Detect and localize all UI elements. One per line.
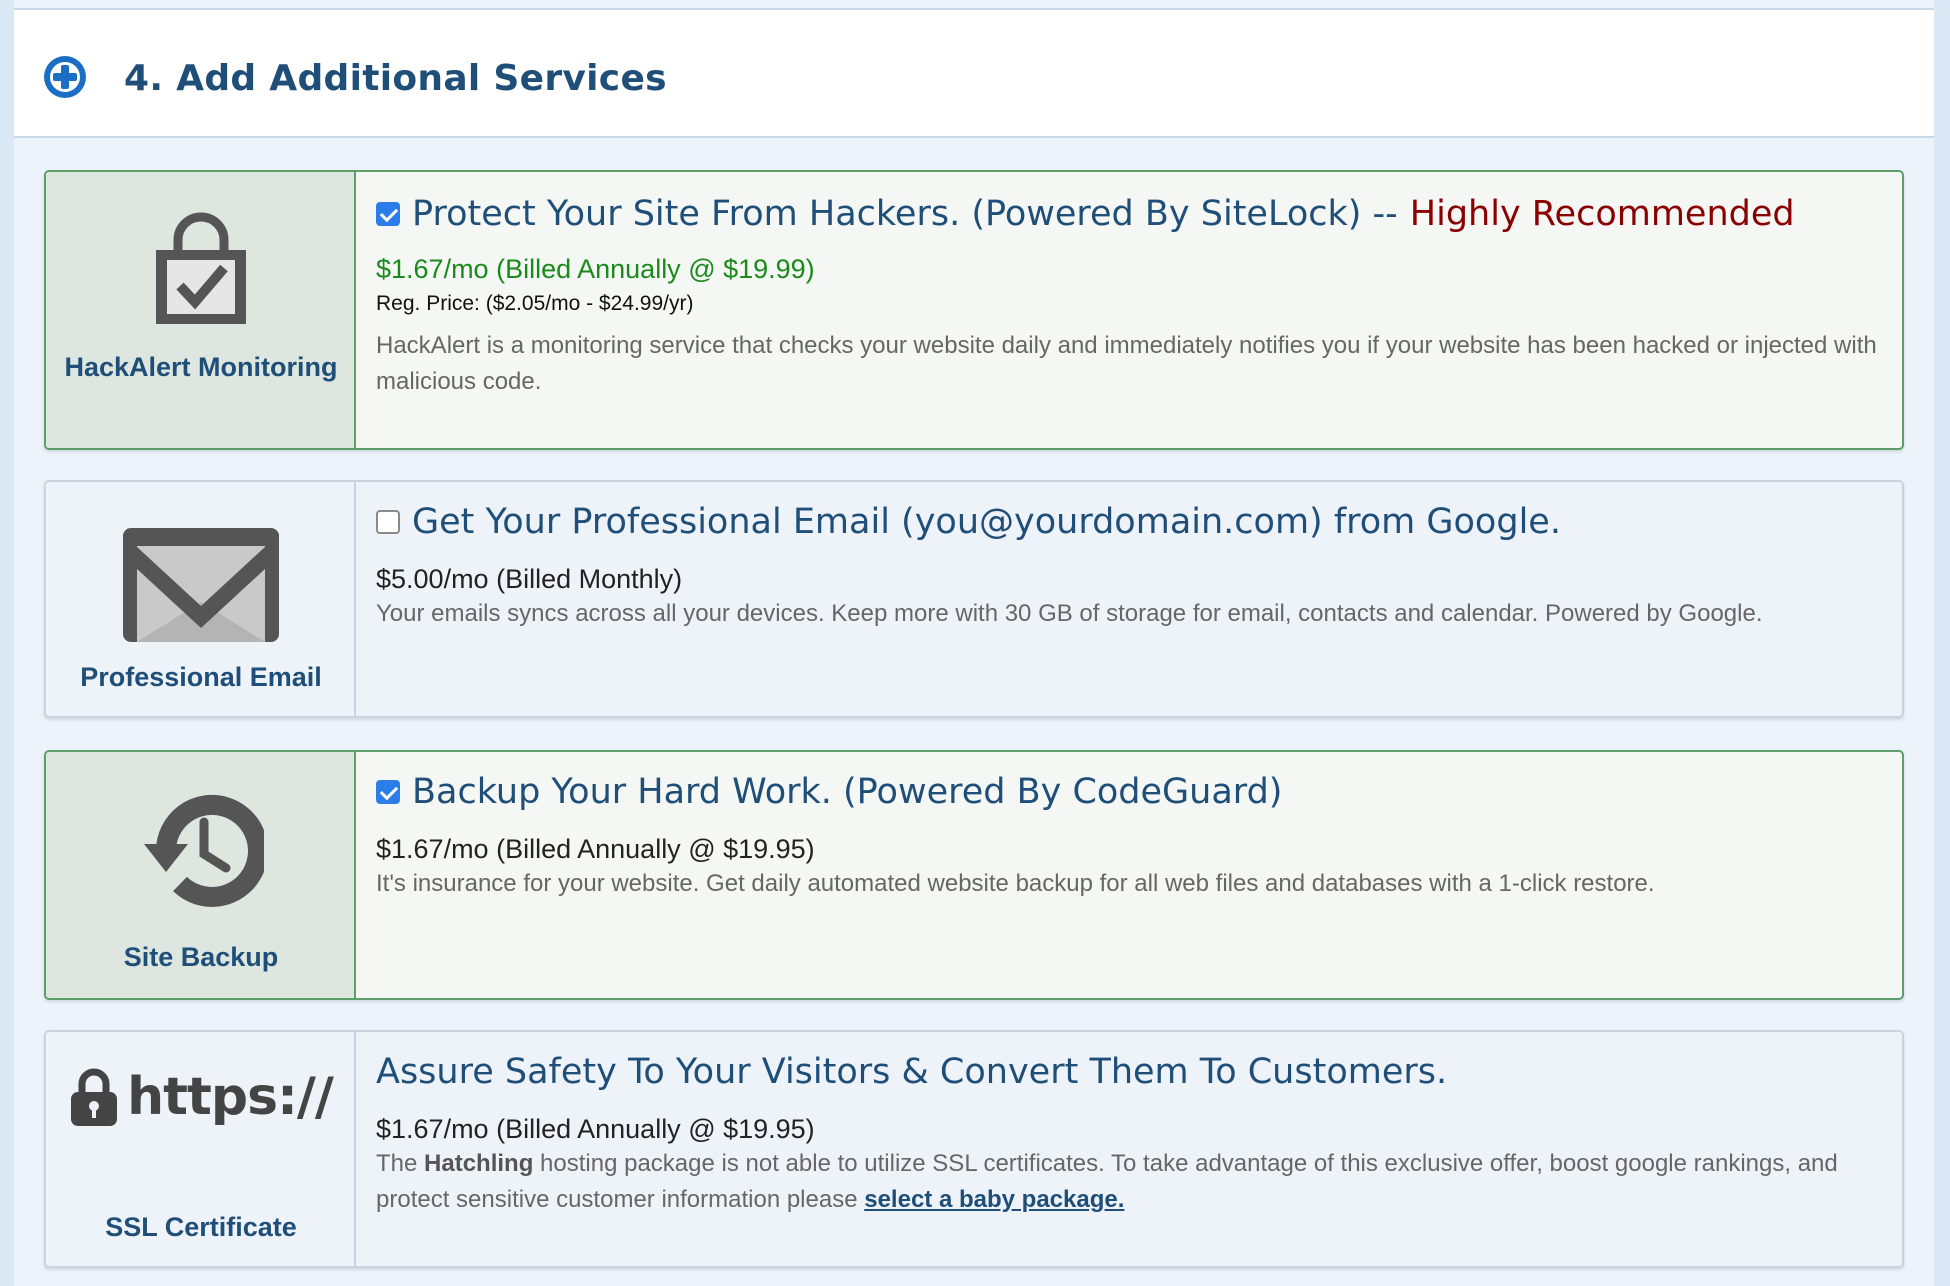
service-price: $1.67/mo (Billed Annually @ $19.99) <box>376 254 815 284</box>
service-price: $1.67/mo (Billed Annually @ $19.95) <box>376 1114 815 1144</box>
service-headline: Get Your Professional Email (you@yourdom… <box>376 502 1561 542</box>
service-label: SSL Certificate <box>105 1212 297 1242</box>
service-headline: Assure Safety To Your Visitors & Convert… <box>376 1052 1447 1092</box>
service-label: Professional Email <box>80 662 322 692</box>
service-card-professional-email[interactable]: Professional Email Get Your Professional… <box>44 480 1904 718</box>
section-header: 4. Add Additional Services <box>14 8 1934 138</box>
highly-recommended-label: Highly Recommended <box>1409 194 1795 234</box>
service-headline-text: Get Your Professional Email (you@yourdom… <box>412 502 1561 542</box>
service-description: Your emails syncs across all your device… <box>376 600 1763 627</box>
service-headline-text: Assure Safety To Your Visitors & Convert… <box>376 1052 1448 1092</box>
section-title: 4. Add Additional Services <box>124 58 667 99</box>
service-description: It's insurance for your website. Get dai… <box>376 870 1655 897</box>
service-price: $5.00/mo (Billed Monthly) <box>376 564 683 594</box>
description-text: The <box>376 1150 418 1177</box>
service-description: HackAlert is a monitoring service that c… <box>376 332 1877 395</box>
service-headline: Backup Your Hard Work. (Powered By CodeG… <box>376 772 1282 812</box>
select-baby-package-link[interactable]: select a baby package. <box>864 1186 1124 1213</box>
service-checkbox[interactable] <box>376 780 400 804</box>
service-card-site-backup[interactable]: Site Backup Backup Your Hard Work. (Powe… <box>44 750 1904 1000</box>
service-headline-text: Backup Your Hard Work. (Powered By CodeG… <box>412 772 1283 812</box>
service-label: HackAlert Monitoring <box>64 352 338 382</box>
service-card-hackalert[interactable]: HackAlert Monitoring Protect Your Site F… <box>44 170 1904 450</box>
lock-icon <box>71 1068 118 1126</box>
ssl-logo: https:// <box>69 1066 334 1128</box>
additional-services-section: 4. Add Additional Services HackAlert Mon… <box>14 0 1934 1286</box>
regular-price: Reg. Price: ($2.05/mo - $24.99/yr) <box>376 292 694 315</box>
lock-check-icon <box>156 212 246 324</box>
service-card-icon-panel: Site Backup <box>46 752 356 998</box>
service-label: Site Backup <box>123 942 279 972</box>
service-headline-text: Protect Your Site From Hackers. (Powered… <box>412 194 1398 234</box>
service-headline: Protect Your Site From Hackers. (Powered… <box>376 194 1795 234</box>
backup-history-icon <box>144 794 264 907</box>
service-card-icon-panel: https:// SSL Certificate <box>46 1032 356 1266</box>
plus-circle-icon[interactable] <box>42 54 88 100</box>
service-card-icon-panel: HackAlert Monitoring <box>46 172 356 448</box>
service-description: The Hatchling hosting package is not abl… <box>376 1146 1882 1218</box>
https-text: https:// <box>127 1067 334 1127</box>
package-name: Hatchling <box>424 1150 534 1177</box>
email-envelope-icon <box>123 528 279 642</box>
service-checkbox[interactable] <box>376 202 400 226</box>
service-card-icon-panel: Professional Email <box>46 482 356 716</box>
service-price: $1.67/mo (Billed Annually @ $19.95) <box>376 834 815 864</box>
service-card-ssl-certificate[interactable]: https:// SSL Certificate Assure Safety T… <box>44 1030 1904 1268</box>
service-checkbox[interactable] <box>376 510 400 534</box>
